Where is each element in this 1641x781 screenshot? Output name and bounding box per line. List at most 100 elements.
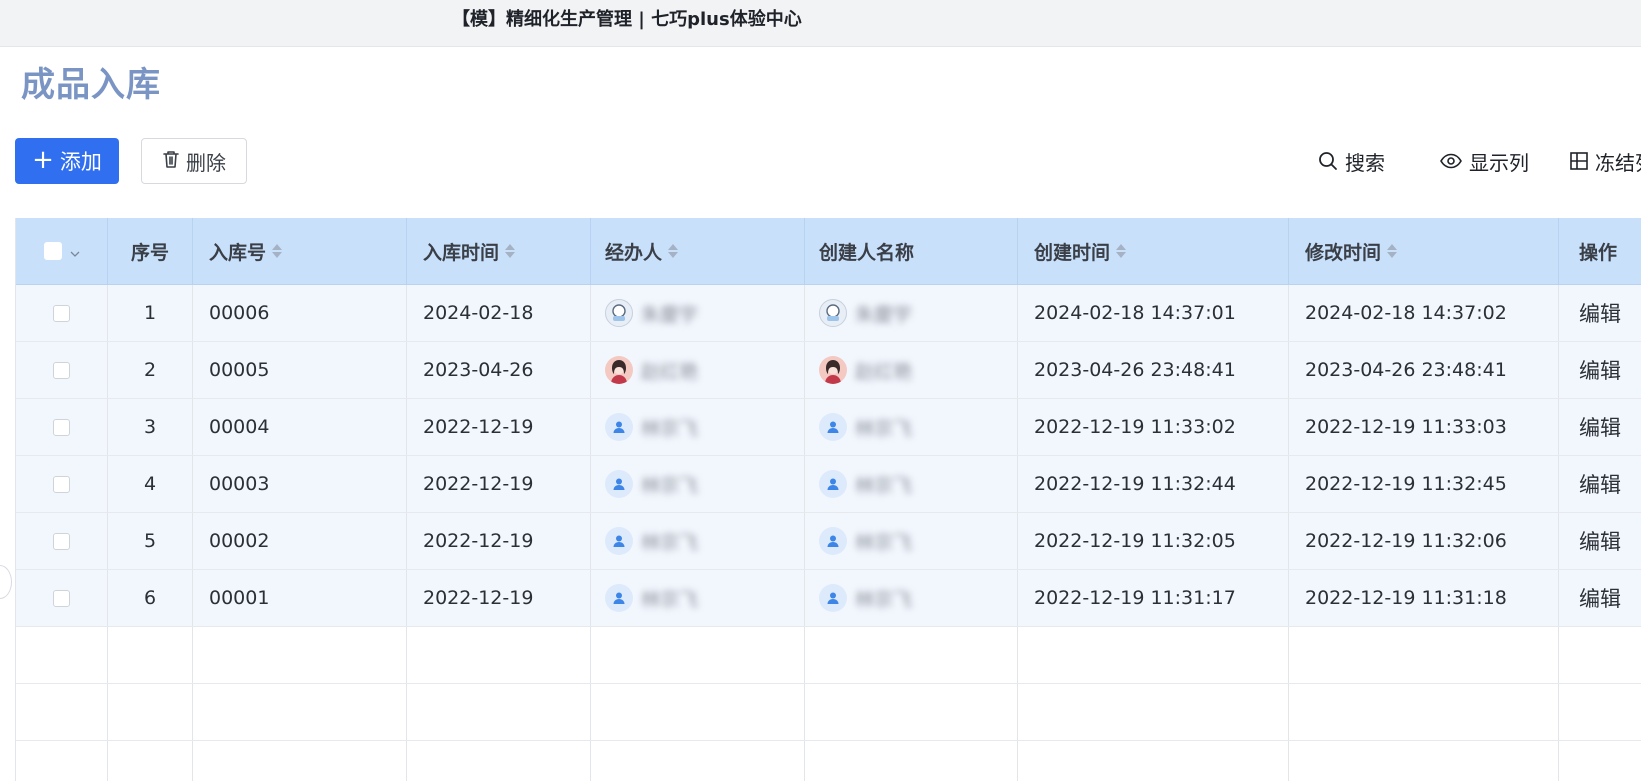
row-checkbox[interactable] <box>53 304 70 322</box>
header-modified-label: 修改时间 <box>1305 241 1382 264</box>
cell-no: 00003 <box>193 456 407 512</box>
cell-created: 2023-04-26 23:48:41 <box>1018 342 1289 398</box>
cell-no: 00001 <box>193 570 407 626</box>
sort-icon[interactable] <box>272 244 283 258</box>
cell-seq: 3 <box>108 399 193 455</box>
sort-icon[interactable] <box>505 244 516 258</box>
avatar <box>605 299 633 327</box>
cell-created: 2022-12-19 11:32:44 <box>1018 456 1289 512</box>
empty-row <box>16 627 1641 684</box>
chevron-down-icon[interactable] <box>70 240 80 262</box>
search-tool[interactable]: 搜索 <box>1318 146 1385 176</box>
data-table: 序号 入库号 入库时间 经办人 创建人名称 创建时间 修改时间 操作 1 000… <box>15 218 1641 781</box>
freeze-grid-icon <box>1570 152 1588 170</box>
cell-created: 2022-12-19 11:32:05 <box>1018 513 1289 569</box>
row-checkbox[interactable] <box>53 475 70 493</box>
cell-modified: 2022-12-19 11:31:18 <box>1289 570 1559 626</box>
handler-name: 林宗飞 <box>641 417 699 440</box>
cell-date: 2022-12-19 <box>407 513 591 569</box>
cell-seq: 2 <box>108 342 193 398</box>
header-action: 操作 <box>1559 218 1641 284</box>
header-handler-label: 经办人 <box>605 241 663 264</box>
edit-link[interactable]: 编辑 <box>1579 298 1621 328</box>
edit-link[interactable]: 编辑 <box>1579 583 1621 613</box>
header-date[interactable]: 入库时间 <box>407 218 591 284</box>
table-row[interactable]: 5 00002 2022-12-19 林宗飞 林宗飞 2022-12-19 11… <box>16 513 1641 570</box>
sort-icon[interactable] <box>1116 244 1127 258</box>
columns-tool[interactable]: 显示列 <box>1440 146 1529 176</box>
cell-seq: 1 <box>108 285 193 341</box>
row-checkbox[interactable] <box>53 532 70 550</box>
handler-name: 赵红艳 <box>641 360 699 383</box>
cell-seq: 6 <box>108 570 193 626</box>
row-checkbox[interactable] <box>53 418 70 436</box>
table-row[interactable]: 6 00001 2022-12-19 林宗飞 林宗飞 2022-12-19 11… <box>16 570 1641 627</box>
cell-created: 2022-12-19 11:31:17 <box>1018 570 1289 626</box>
user-icon <box>819 470 847 498</box>
cell-modified: 2023-04-26 23:48:41 <box>1289 342 1559 398</box>
creator-name: 林宗飞 <box>855 588 913 611</box>
cell-created: 2022-12-19 11:33:02 <box>1018 399 1289 455</box>
sort-icon[interactable] <box>668 244 679 258</box>
cell-seq: 4 <box>108 456 193 512</box>
cell-no: 00005 <box>193 342 407 398</box>
window-title: 【模】精细化生产管理 | 七巧plus体验中心 <box>452 9 802 30</box>
add-button-label: 添加 <box>59 150 102 174</box>
header-handler[interactable]: 经办人 <box>591 218 805 284</box>
table-row[interactable]: 3 00004 2022-12-19 林宗飞 林宗飞 2022-12-19 11… <box>16 399 1641 456</box>
search-icon <box>1318 151 1338 171</box>
cell-modified: 2022-12-19 11:33:03 <box>1289 399 1559 455</box>
handler-name: 朱慶宇 <box>641 303 699 326</box>
row-checkbox[interactable] <box>53 589 70 607</box>
cell-no: 00006 <box>193 285 407 341</box>
page-title: 成品入库 <box>21 65 161 105</box>
creator-name: 林宗飞 <box>855 531 913 554</box>
cell-no: 00004 <box>193 399 407 455</box>
header-no[interactable]: 入库号 <box>193 218 407 284</box>
header-creator: 创建人名称 <box>805 218 1018 284</box>
user-icon <box>819 413 847 441</box>
side-collapse-handle[interactable] <box>0 565 12 599</box>
cell-no: 00002 <box>193 513 407 569</box>
handler-name: 林宗飞 <box>641 474 699 497</box>
header-modified[interactable]: 修改时间 <box>1289 218 1559 284</box>
cell-modified: 2022-12-19 11:32:45 <box>1289 456 1559 512</box>
sort-icon[interactable] <box>1387 244 1398 258</box>
table-row[interactable]: 2 00005 2023-04-26 赵红艳 赵红艳 2023-04-26 23… <box>16 342 1641 399</box>
freeze-label: 冻结列 <box>1595 150 1641 175</box>
cell-date: 2024-02-18 <box>407 285 591 341</box>
header-created[interactable]: 创建时间 <box>1018 218 1289 284</box>
row-checkbox[interactable] <box>53 361 70 379</box>
user-icon <box>605 470 633 498</box>
empty-row <box>16 741 1641 781</box>
freeze-tool[interactable]: 冻结列 <box>1570 146 1641 176</box>
add-button[interactable]: + 添加 <box>15 138 119 184</box>
delete-button[interactable]: 删除 <box>141 138 247 184</box>
select-all-checkbox[interactable] <box>43 242 62 260</box>
table-row[interactable]: 1 00006 2024-02-18 朱慶宇 朱慶宇 2024-02-18 14… <box>16 285 1641 342</box>
columns-label: 显示列 <box>1469 150 1529 175</box>
header-select-cell <box>16 218 108 284</box>
cell-date: 2022-12-19 <box>407 456 591 512</box>
header-created-label: 创建时间 <box>1034 241 1111 264</box>
cell-date: 2023-04-26 <box>407 342 591 398</box>
creator-name: 朱慶宇 <box>855 303 913 326</box>
avatar <box>819 299 847 327</box>
edit-link[interactable]: 编辑 <box>1579 412 1621 442</box>
eye-icon <box>1440 153 1462 169</box>
handler-name: 林宗飞 <box>641 588 699 611</box>
cell-date: 2022-12-19 <box>407 399 591 455</box>
user-icon <box>819 584 847 612</box>
creator-name: 林宗飞 <box>855 417 913 440</box>
header-seq: 序号 <box>108 218 193 284</box>
table-row[interactable]: 4 00003 2022-12-19 林宗飞 林宗飞 2022-12-19 11… <box>16 456 1641 513</box>
handler-name: 林宗飞 <box>641 531 699 554</box>
user-icon <box>605 584 633 612</box>
edit-link[interactable]: 编辑 <box>1579 469 1621 499</box>
creator-name: 林宗飞 <box>855 474 913 497</box>
user-icon <box>819 527 847 555</box>
edit-link[interactable]: 编辑 <box>1579 526 1621 556</box>
empty-row <box>16 684 1641 741</box>
avatar <box>605 356 633 384</box>
edit-link[interactable]: 编辑 <box>1579 355 1621 385</box>
